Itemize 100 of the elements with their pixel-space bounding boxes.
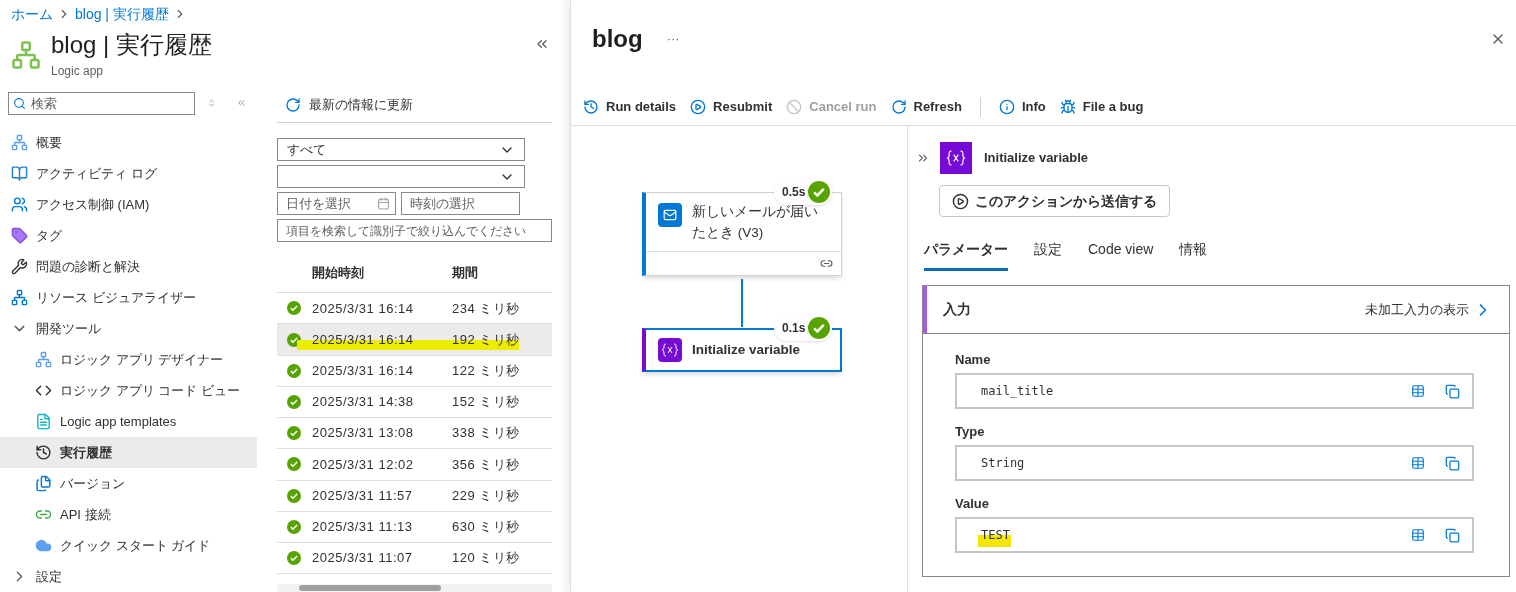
copy-icon[interactable] <box>1445 383 1460 399</box>
success-icon <box>287 301 301 316</box>
history-icon <box>583 98 599 115</box>
variable-icon <box>940 142 972 174</box>
duration-cell-text: 338 ミリ秒 <box>452 424 520 443</box>
sidebar-item[interactable]: 設定 <box>0 561 257 592</box>
refresh-button[interactable]: 最新の情報に更新 <box>309 95 413 115</box>
resubmit-button[interactable]: このアクションから送信する <box>939 185 1170 217</box>
book-icon <box>11 165 28 182</box>
action-title: Initialize variable <box>692 341 801 359</box>
raw-inputs-link[interactable]: 未加工入力の表示 <box>1365 299 1469 320</box>
start-time-cell-text: 2025/3/31 14:38 <box>312 393 415 412</box>
pane-title: blog <box>592 24 643 54</box>
sidebar-item[interactable]: タグ <box>0 220 257 251</box>
mail-app-icon <box>658 203 682 227</box>
sidebar-item[interactable]: Logic app templates <box>0 406 257 437</box>
tab[interactable]: Code view <box>1088 239 1154 271</box>
sidebar-item[interactable]: ロジック アプリ デザイナー <box>0 344 257 375</box>
success-icon <box>287 332 301 347</box>
run-row[interactable]: 2025/3/31 12:02 356 ミリ秒 <box>277 449 552 481</box>
duration-cell-text: 152 ミリ秒 <box>452 393 520 412</box>
field-label: Value <box>955 495 990 513</box>
duration-cell-text: 120 ミリ秒 <box>452 549 520 568</box>
run-row[interactable]: 2025/3/31 11:57 229 ミリ秒 <box>277 480 552 512</box>
filter-dropdown[interactable] <box>277 165 525 189</box>
logic-app-icon <box>11 40 41 70</box>
page-subtitle: Logic app <box>51 63 105 80</box>
refresh-icon[interactable] <box>285 97 301 114</box>
start-time-cell-text: 2025/3/31 11:13 <box>312 518 414 537</box>
section-title: 入力 <box>943 300 971 319</box>
sidebar-item[interactable]: アクセス制御 (IAM) <box>0 189 257 220</box>
sidebar-item[interactable]: 開発ツール <box>0 313 257 344</box>
sidebar-item[interactable]: リソース ビジュアライザー <box>0 282 257 313</box>
action-title: Initialize variable <box>984 149 1089 168</box>
value-field[interactable]: String <box>955 445 1474 481</box>
sidebar-item[interactable]: バージョン <box>0 468 257 499</box>
sidebar-item[interactable]: ロジック アプリ コード ビュー <box>0 375 257 406</box>
hierarchy-icon <box>11 289 28 306</box>
column-header: 開始時刻 <box>312 264 365 283</box>
history-icon <box>35 444 52 461</box>
toolbar-button[interactable]: Info <box>998 96 1046 117</box>
sidebar-item[interactable]: アクティビティ ログ <box>0 158 257 189</box>
success-icon <box>808 181 831 203</box>
tab[interactable]: 設定 <box>1034 239 1062 271</box>
files-icon <box>35 475 52 492</box>
ban-icon <box>786 98 803 115</box>
sidebar-item[interactable]: 実行履歴 <box>0 437 257 468</box>
value-field[interactable]: mail_title <box>955 373 1474 409</box>
run-row[interactable]: 2025/3/31 11:07 120 ミリ秒 <box>277 543 552 575</box>
table-icon[interactable] <box>1411 384 1425 398</box>
sidebar-item[interactable]: 概要 <box>0 127 257 158</box>
success-icon <box>287 488 301 503</box>
breadcrumb-link[interactable]: blog | 実行履歴 <box>75 3 169 25</box>
duration-badge: 0.5s <box>774 179 833 205</box>
run-row[interactable]: 2025/3/31 14:38 152 ミリ秒 <box>277 386 552 419</box>
hierarchy-icon <box>35 351 52 368</box>
search-icon <box>13 96 26 110</box>
wrench-icon <box>11 258 28 275</box>
status-dropdown[interactable]: すべて <box>277 138 525 162</box>
time-field[interactable]: 時刻の選択 <box>401 192 520 216</box>
copy-icon[interactable] <box>1445 527 1460 543</box>
hierarchy-icon <box>11 134 28 151</box>
more-button[interactable]: ··· <box>666 29 680 49</box>
tab[interactable]: 情報 <box>1179 239 1208 271</box>
toolbar-button[interactable]: File a bug <box>1059 96 1144 117</box>
toolbar-button[interactable]: Run details <box>583 96 677 117</box>
success-icon <box>808 317 831 339</box>
expand-icon[interactable] <box>916 151 930 165</box>
tab[interactable]: パラメーター <box>924 239 1008 271</box>
duration-cell-text: 630 ミリ秒 <box>452 518 520 537</box>
info-icon <box>998 98 1015 115</box>
run-row[interactable]: 2025/3/31 11:13 630 ミリ秒 <box>277 511 552 544</box>
play-circle-icon <box>690 98 707 115</box>
connector-line <box>741 279 743 327</box>
run-row[interactable]: 2025/3/31 13:08 338 ミリ秒 <box>277 418 552 450</box>
duration-cell-text: 229 ミリ秒 <box>452 486 520 505</box>
toolbar-button[interactable]: Refresh <box>890 96 962 117</box>
calendar-icon <box>377 197 390 211</box>
column-header: 期間 <box>452 264 478 283</box>
sidebar-item[interactable]: API 接続 <box>0 499 257 530</box>
sidebar-item[interactable]: 問題の診断と解決 <box>0 251 257 282</box>
duration-cell-text: 356 ミリ秒 <box>452 455 520 474</box>
duration-cell-text: 234 ミリ秒 <box>452 299 520 318</box>
field-label: Type <box>955 423 986 441</box>
table-icon[interactable] <box>1411 456 1425 470</box>
run-row[interactable]: 2025/3/31 16:14 122 ミリ秒 <box>277 355 552 387</box>
table-icon[interactable] <box>1411 528 1425 542</box>
search-field[interactable]: 検索 <box>8 91 195 115</box>
success-icon <box>287 551 301 566</box>
sidebar-item[interactable]: クイック スタート ガイド <box>0 530 257 561</box>
start-time-cell-text: 2025/3/31 11:57 <box>312 486 414 505</box>
success-icon <box>287 394 301 409</box>
action-title: 新しいメールが届いたとき (V3) <box>692 203 819 242</box>
toolbar-button[interactable]: Resubmit <box>690 96 773 117</box>
date-field[interactable]: 日付を選択 <box>277 192 396 216</box>
start-time-cell-text: 2025/3/31 13:08 <box>312 424 415 443</box>
breadcrumb-link[interactable]: ホーム <box>11 3 53 25</box>
copy-icon[interactable] <box>1445 455 1460 471</box>
success-icon <box>287 457 301 472</box>
search-field[interactable]: 項目を検索して識別子で絞り込んでください <box>277 219 552 243</box>
